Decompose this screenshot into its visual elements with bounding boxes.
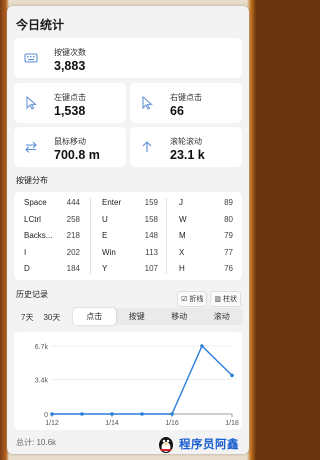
scroll-value: 23.1 k <box>170 148 205 162</box>
key-count: 113 <box>145 247 158 257</box>
scroll-label: 滚轮滚动 <box>170 137 202 146</box>
keyboard-icon <box>24 53 38 63</box>
y-tick-label: 6.7k <box>35 344 49 351</box>
keypress-value: 3,883 <box>54 59 86 73</box>
key-count: 218 <box>66 231 80 240</box>
left-click-card: 左键点击 1,538 <box>14 83 126 123</box>
key-name: E <box>102 231 108 240</box>
key-name: Enter <box>102 198 122 207</box>
range-7-button[interactable]: 7天 <box>16 309 38 326</box>
key-count: 202 <box>66 247 80 257</box>
cursor-icon <box>26 96 37 110</box>
data-point <box>200 344 204 348</box>
left-click-label: 左键点击 <box>54 93 86 102</box>
y-tick-label: 0 <box>44 412 48 419</box>
metric-tabs: 点击 按键 移动 滚动 <box>73 308 243 325</box>
arrow-up-icon <box>142 141 152 152</box>
key-name: LCtrl <box>24 214 41 224</box>
page-title: 今日统计 <box>16 18 65 32</box>
data-point <box>230 373 234 378</box>
x-tick-label: 1/14 <box>105 420 119 427</box>
range-selector: 7天 30天 <box>16 309 65 326</box>
key-name: D <box>24 264 30 273</box>
bar-chart-toggle[interactable]: ▥ 柱状 <box>210 291 241 307</box>
checkbox-checked-icon: ☑ <box>181 296 188 303</box>
key-count: 80 <box>224 214 233 224</box>
keypress-card: 按键次数 3,883 <box>14 38 242 78</box>
data-point <box>80 412 84 416</box>
x-tick-label: 1/18 <box>225 420 239 427</box>
history-line-chart: 0 3.4k 6.7k 1/12 1/14 1/16 1/18 <box>35 344 239 427</box>
watermark-text: 程序员阿鑫 <box>179 439 239 451</box>
right-click-label: 右键点击 <box>170 93 202 102</box>
left-click-value: 1,538 <box>54 104 86 118</box>
key-name: Backs... <box>24 231 53 240</box>
history-title: 历史记录 <box>16 290 48 299</box>
line-toggle-label: 折线 <box>189 296 204 303</box>
stats-panel: 今日统计 按键次数 3,883 左键点击 1,538 右键点击 66 鼠标移动 … <box>7 6 249 454</box>
line-chart-toggle[interactable]: ☑ 折线 <box>177 291 208 307</box>
total-label: 总计: 10.6k <box>16 438 57 447</box>
key-count: 76 <box>224 264 233 273</box>
scroll-card: 滚轮滚动 23.1 k <box>130 127 242 167</box>
watermark: 程序员阿鑫 <box>156 434 239 454</box>
tab-move[interactable]: 移动 <box>158 308 201 325</box>
tab-scroll[interactable]: 滚动 <box>201 308 244 325</box>
data-point <box>140 412 144 416</box>
data-point <box>170 412 174 416</box>
key-distribution-title: 按键分布 <box>16 176 48 185</box>
key-name: W <box>179 214 187 224</box>
key-count: 258 <box>66 214 80 224</box>
key-name: M <box>179 231 186 240</box>
bar-chart-icon: ▥ <box>214 296 221 303</box>
key-name: Y <box>102 264 108 273</box>
cursor-icon <box>142 96 153 110</box>
key-count: 158 <box>144 214 158 224</box>
key-name: H <box>179 264 185 273</box>
x-tick-label: 1/16 <box>165 420 179 427</box>
series-line <box>52 344 233 415</box>
bar-toggle-label: 柱状 <box>223 296 237 303</box>
key-count: 148 <box>144 231 158 240</box>
mouse-move-value: 700.8 m <box>54 148 100 162</box>
data-point <box>110 412 114 416</box>
key-count: 444 <box>66 198 80 207</box>
key-name: J <box>179 198 183 207</box>
history-chart: 0 3.4k 6.7k 1/12 1/14 1/16 1/18 <box>14 332 242 430</box>
keypress-label: 按键次数 <box>54 48 86 57</box>
key-name: I <box>24 247 27 257</box>
key-count: 184 <box>66 264 80 273</box>
mouse-move-card: 鼠标移动 700.8 m <box>14 127 126 167</box>
penguin-logo-icon <box>159 437 173 453</box>
key-count: 77 <box>224 247 233 257</box>
key-distribution-grid: Space 444 Enter 159 J 89 LCtrl 258 U 158 W 80 Backs.… <box>14 192 242 280</box>
data-point <box>50 412 54 416</box>
key-name: Space <box>24 198 47 207</box>
chart-type-toggles: ☑ 折线 ▥ 柱状 <box>177 291 241 307</box>
key-name: X <box>179 247 185 257</box>
key-name: U <box>102 214 108 224</box>
key-name: Win <box>102 247 116 257</box>
mouse-move-label: 鼠标移动 <box>54 137 86 146</box>
key-count: 107 <box>144 264 158 273</box>
key-count: 89 <box>224 198 233 207</box>
y-tick-label: 3.4k <box>35 377 49 384</box>
key-count: 159 <box>144 198 158 207</box>
column-divider <box>90 198 91 274</box>
tab-keys[interactable]: 按键 <box>116 308 159 325</box>
x-tick-label: 1/12 <box>45 420 59 427</box>
right-click-card: 右键点击 66 <box>130 83 242 123</box>
tab-click[interactable]: 点击 <box>73 308 116 325</box>
swap-arrows-icon <box>25 141 37 153</box>
right-click-value: 66 <box>170 104 184 118</box>
column-divider <box>166 198 167 274</box>
key-count: 79 <box>224 231 233 240</box>
range-30-button[interactable]: 30天 <box>38 309 65 326</box>
